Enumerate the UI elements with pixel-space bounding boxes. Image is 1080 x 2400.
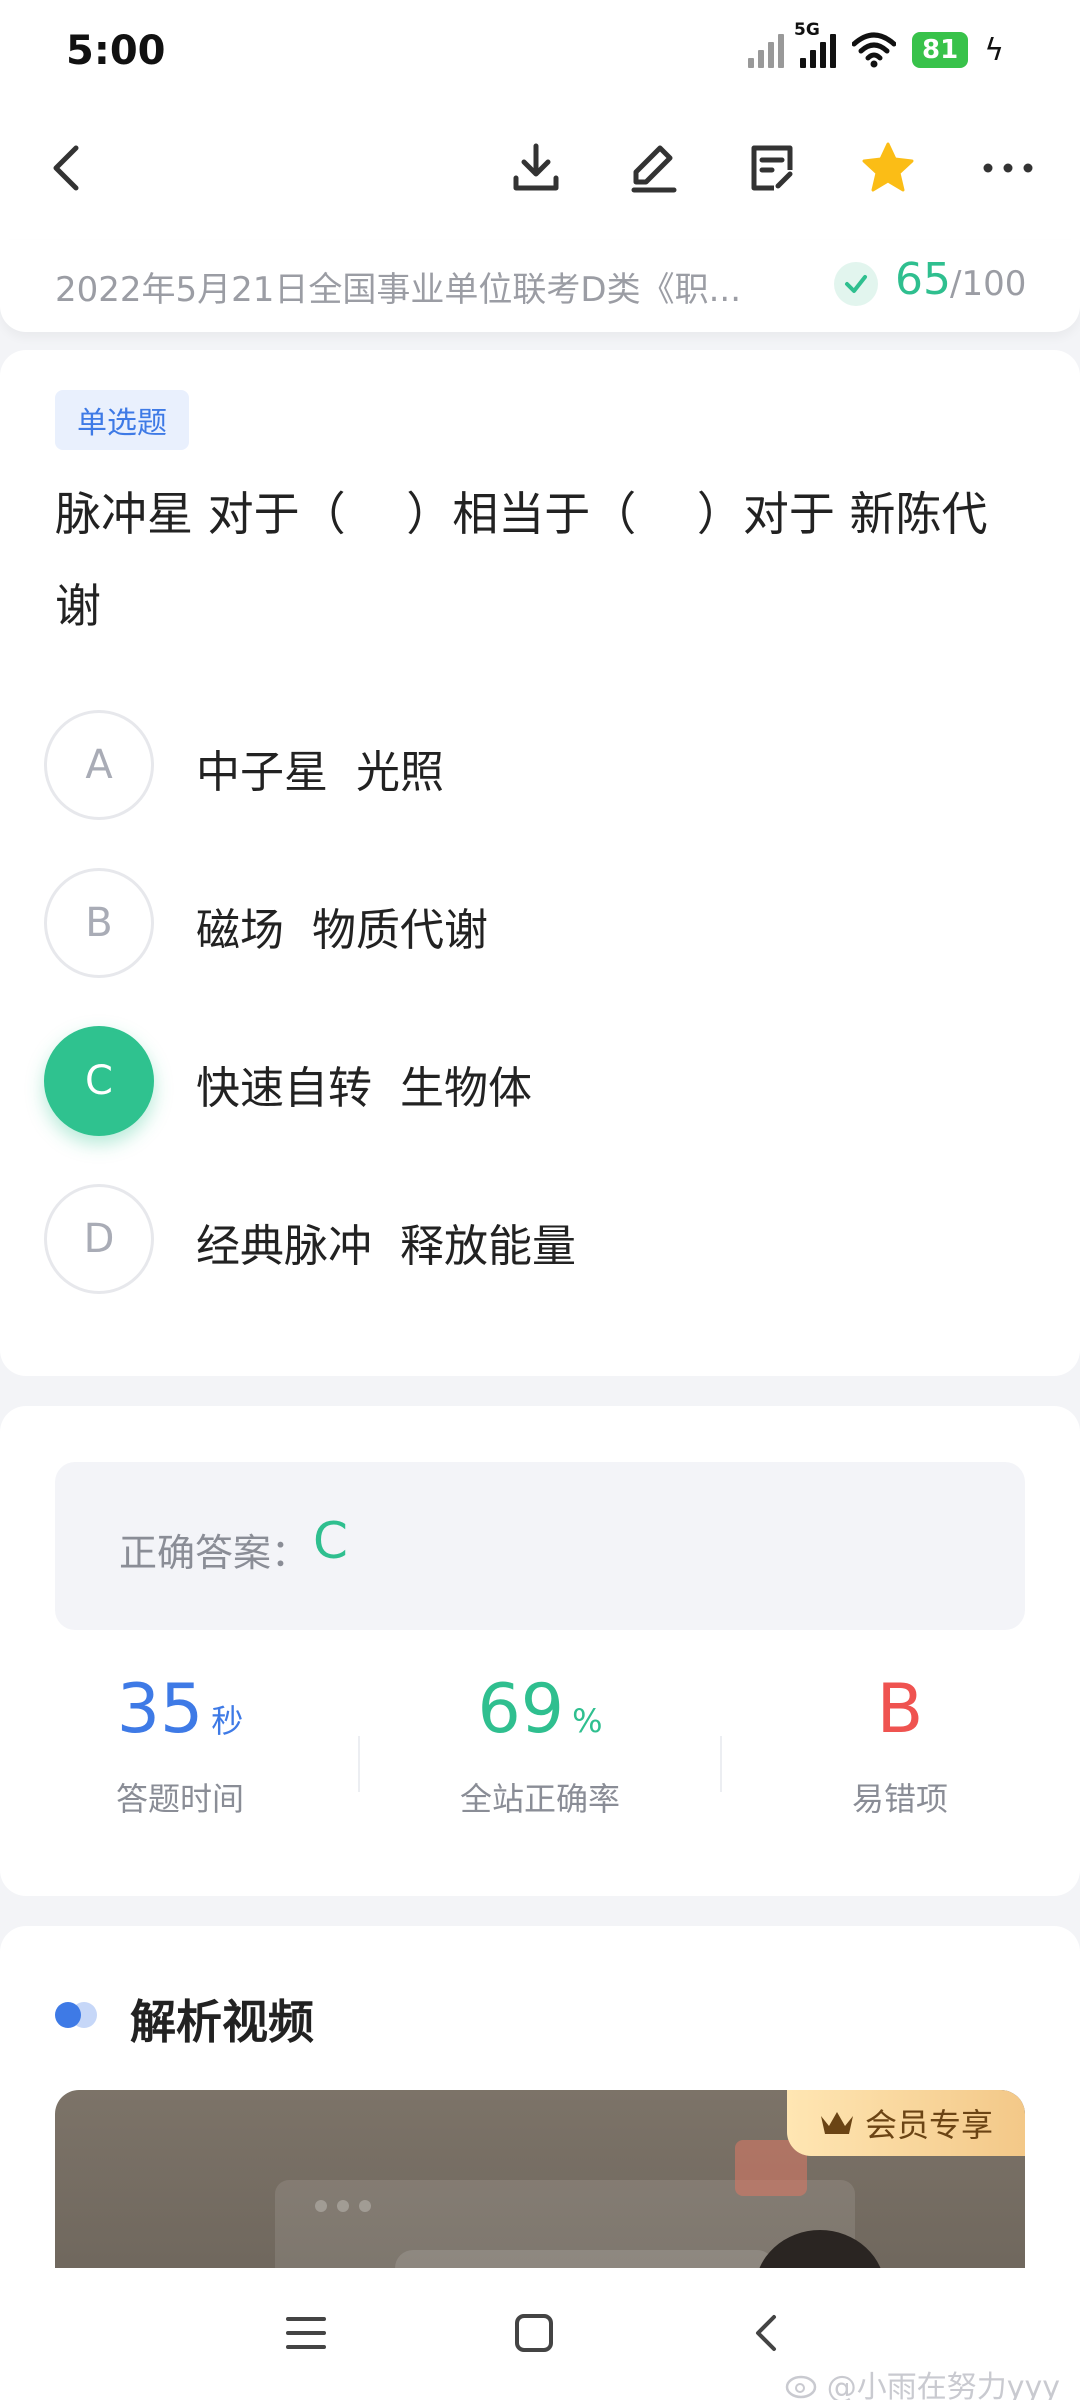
option-letter-selected: C	[44, 1026, 154, 1136]
option-text: 中子星 光照	[196, 747, 444, 798]
option-text: 磁场 物质代谢	[196, 905, 488, 956]
back-nav-icon[interactable]	[726, 2298, 806, 2368]
vip-badge-label: 会员专享	[864, 2106, 993, 2144]
watermark: @小雨在努力yyy	[785, 2362, 1060, 2400]
signal-5g-icon: 5G	[794, 20, 837, 68]
answer-card: 正确答案： C 35 秒 答题时间 69 % 全站正确率 B 易错项	[0, 1406, 1080, 1896]
score-total: /100	[950, 264, 1027, 304]
stat-accuracy: 69 % 全站正确率	[360, 1670, 720, 1820]
thumb-dots	[315, 2200, 371, 2212]
correct-answer-box: 正确答案： C	[55, 1462, 1025, 1630]
option-letter: A	[44, 710, 154, 820]
weibo-icon	[785, 2375, 816, 2399]
check-icon	[834, 262, 878, 306]
stat-unit: 秒	[211, 1702, 244, 1740]
network-type-label: 5G	[794, 20, 820, 40]
option-text: 经典脉冲 释放能量	[196, 1221, 576, 1272]
note-icon[interactable]	[740, 136, 804, 200]
score-value: 65	[895, 254, 951, 305]
exam-source[interactable]: 2022年5月21日全国事业单位联考D类《职...	[55, 262, 795, 311]
stat-value: B	[876, 1670, 924, 1749]
question-type-badge: 单选题	[55, 390, 189, 450]
edit-icon[interactable]	[622, 136, 686, 200]
system-nav-bar: @小雨在努力yyy	[0, 2268, 1080, 2400]
option-b[interactable]: B 磁场 物质代谢	[44, 868, 1034, 978]
battery-indicator: 81	[912, 32, 969, 68]
stat-value: 69	[477, 1670, 565, 1749]
option-letter: B	[44, 868, 154, 978]
question-card: 单选题 脉冲星 对于（ ）相当于（ ）对于 新陈代谢 A 中子星 光照 B 磁场…	[0, 350, 1080, 1376]
charging-icon: ϟ	[984, 32, 1004, 68]
back-icon[interactable]	[36, 136, 100, 200]
status-bar: 5:00 5G 81 ϟ	[0, 0, 1080, 100]
top-toolbar	[0, 100, 1080, 240]
option-c[interactable]: C 快速自转 生物体	[44, 1026, 1034, 1136]
home-nav-icon[interactable]	[494, 2298, 574, 2368]
menu-nav-icon[interactable]	[266, 2298, 346, 2368]
option-a[interactable]: A 中子星 光照	[44, 710, 1034, 820]
watermark-text: @小雨在努力yyy	[826, 2370, 1060, 2400]
status-time: 5:00	[66, 28, 166, 74]
stat-common-mistake: B 易错项	[720, 1670, 1080, 1820]
status-icons: 5G 81 ϟ	[748, 20, 1004, 72]
option-letter: D	[44, 1184, 154, 1294]
stat-label: 全站正确率	[459, 1780, 620, 1818]
section-dot-icon	[55, 2002, 81, 2028]
option-d[interactable]: D 经典脉冲 释放能量	[44, 1184, 1034, 1294]
stat-value: 35	[116, 1670, 204, 1749]
crown-icon	[820, 2112, 853, 2134]
correct-answer-label: 正确答案：	[119, 1531, 310, 1575]
option-text: 快速自转 生物体	[196, 1063, 532, 1114]
wifi-icon	[852, 32, 897, 68]
stat-answer-time: 35 秒 答题时间	[0, 1670, 360, 1820]
star-icon[interactable]	[856, 136, 920, 200]
stat-label: 答题时间	[115, 1780, 244, 1818]
question-stem: 脉冲星 对于（ ）相当于（ ）对于 新陈代谢	[55, 487, 988, 633]
video-thumbnail[interactable]: 会员专享	[55, 2090, 1025, 2280]
stat-label: 易错项	[851, 1780, 948, 1818]
source-strip: 2022年5月21日全国事业单位联考D类《职... 65 /100	[0, 240, 1080, 332]
stat-unit: %	[572, 1702, 603, 1740]
download-icon[interactable]	[504, 136, 568, 200]
vip-badge: 会员专享	[787, 2090, 1025, 2156]
signal-no-service-icon	[748, 32, 785, 68]
video-section-title: 解析视频	[130, 1995, 314, 2049]
correct-answer-value: C	[313, 1512, 348, 1570]
more-icon[interactable]	[976, 136, 1040, 200]
